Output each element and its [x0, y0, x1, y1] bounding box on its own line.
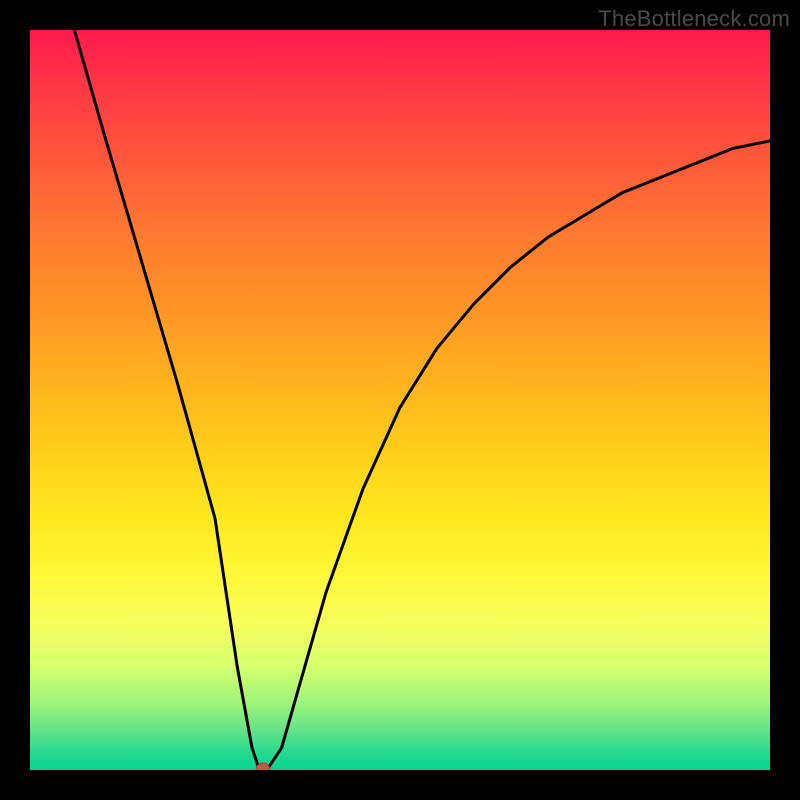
curve-svg: [30, 30, 770, 770]
plot-area: [30, 30, 770, 770]
bottleneck-curve-path: [74, 30, 770, 770]
watermark-text: TheBottleneck.com: [598, 6, 790, 32]
chart-frame: TheBottleneck.com: [0, 0, 800, 800]
